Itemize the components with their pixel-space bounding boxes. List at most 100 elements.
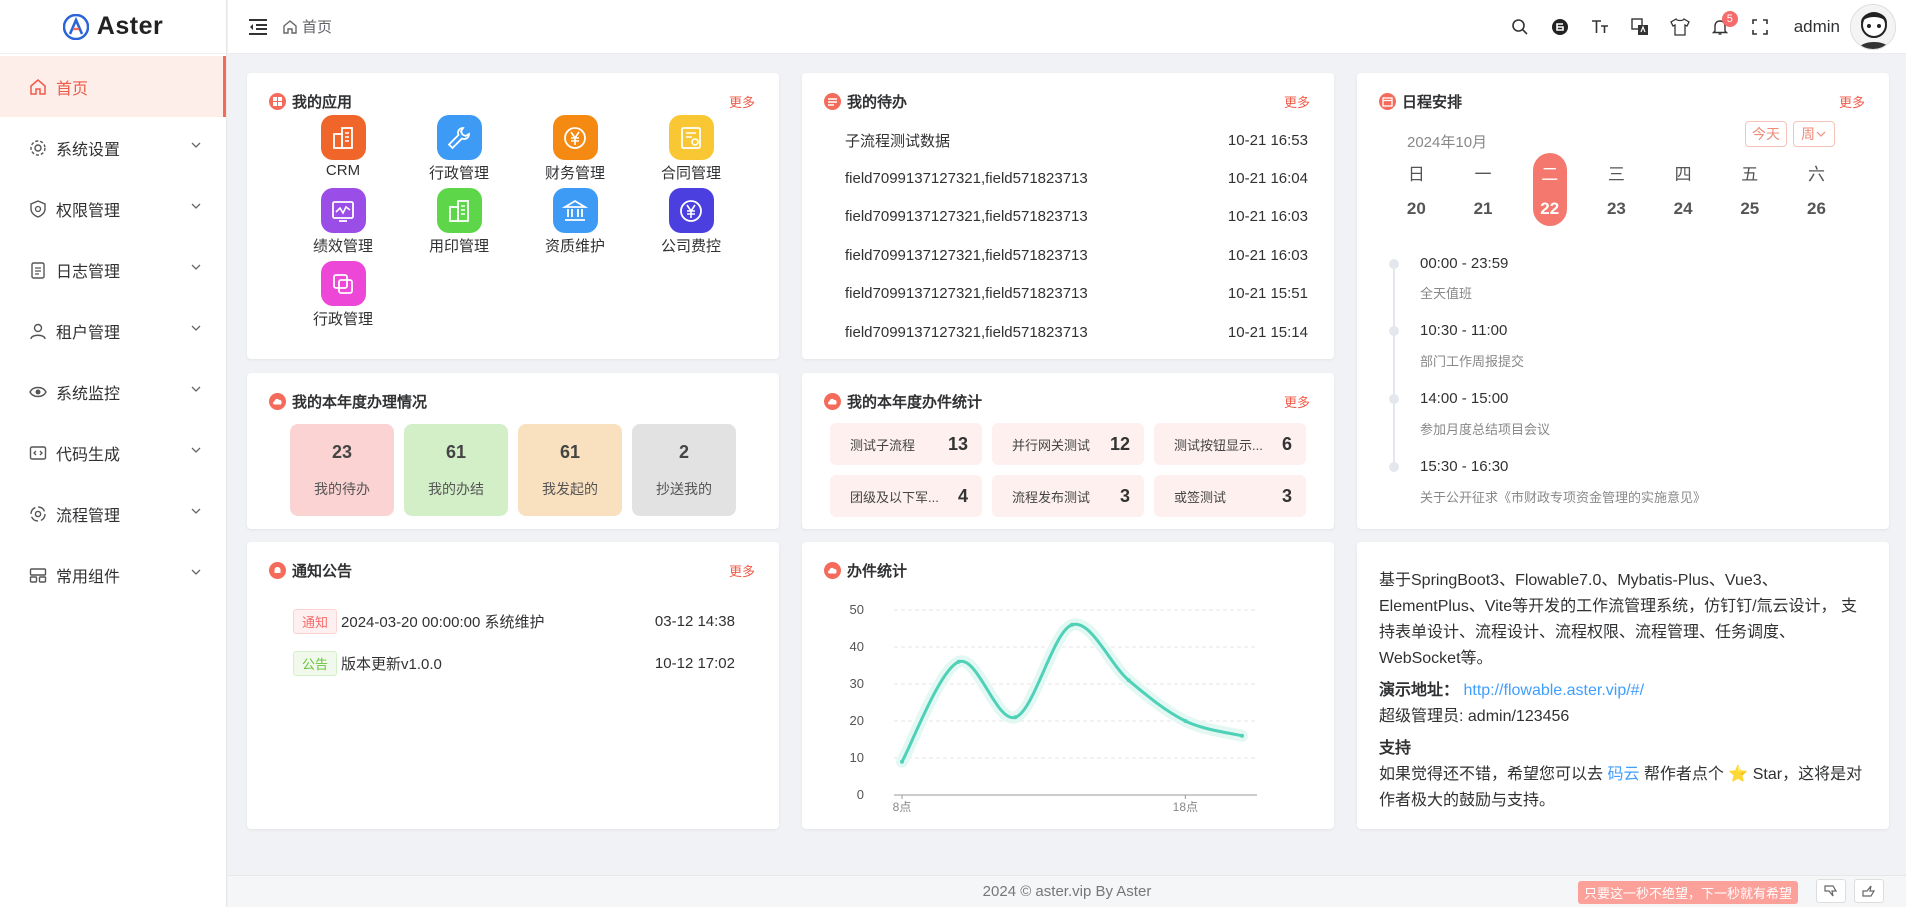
search-icon <box>1511 19 1528 35</box>
theme-button[interactable] <box>1660 7 1700 47</box>
stat-my-done[interactable]: 61 我的办结 <box>404 424 508 516</box>
sidebar-item-workflow[interactable]: 流程管理 <box>0 483 226 544</box>
more-link[interactable]: 更多 <box>1284 392 1310 411</box>
stat-cc-me[interactable]: 2 抄送我的 <box>632 424 736 516</box>
sidebar-item-permissions[interactable]: 权限管理 <box>0 178 226 239</box>
list-item[interactable]: 子流程测试数据 10-21 16:53 <box>845 121 1308 159</box>
font-size-button[interactable] <box>1580 7 1620 47</box>
breadcrumb: 首页 <box>282 16 332 37</box>
flow-item[interactable]: 测试按钮显示... 6 <box>1154 423 1306 465</box>
chart-card: 办件统计 50 40 30 20 10 0 8点 18点 <box>802 542 1334 829</box>
collapse-menu-button[interactable] <box>246 15 270 39</box>
stat-my-todo[interactable]: 23 我的待办 <box>290 424 394 516</box>
notice-tag: 公告 <box>293 650 338 676</box>
apps-card: 我的应用 更多 CRM 行政管理 财务管理 合同管理 绩效管理 用印管理 资质维… <box>247 73 779 359</box>
stat-label: 我的办结 <box>428 480 484 497</box>
today-button[interactable]: 今天 <box>1745 121 1787 147</box>
user-icon <box>28 321 48 341</box>
more-link[interactable]: 更多 <box>729 561 755 580</box>
github-button[interactable] <box>1540 7 1580 47</box>
app-crm[interactable]: CRM <box>285 115 401 181</box>
list-item[interactable]: field7099137127321,field571823713 10-21 1… <box>845 159 1308 197</box>
menu-fold-icon <box>249 18 267 35</box>
card-header: 我的应用 更多 <box>269 91 755 111</box>
app-admin-2[interactable]: 行政管理 <box>285 261 401 328</box>
app-expense[interactable]: 公司费控 <box>633 188 749 255</box>
calendar-day[interactable]: 三 23 <box>1583 153 1650 226</box>
demo-link[interactable]: http://flowable.aster.vip/#/ <box>1463 682 1644 699</box>
flow-item[interactable]: 团级及以下军... 4 <box>830 475 982 517</box>
breadcrumb-home[interactable]: 首页 <box>302 16 332 37</box>
notification-button[interactable]: 5 <box>1700 7 1740 47</box>
search-button[interactable] <box>1500 7 1540 47</box>
event-time: 15:30 - 16:30 <box>1420 458 1509 475</box>
list-item[interactable]: field7099137127321,field571823713 10-21 1… <box>845 275 1308 313</box>
app-label: 资质维护 <box>544 238 605 255</box>
stat-number: 61 <box>559 441 581 462</box>
y-tick-label: 40 <box>850 639 864 654</box>
sidebar-item-home[interactable]: 首页 <box>0 56 226 117</box>
sidebar-item-monitor[interactable]: 系统监控 <box>0 361 226 422</box>
data-point <box>1070 622 1074 627</box>
list-item[interactable]: field7099137127321,field571823713 10-21 1… <box>845 313 1308 351</box>
sidebar-item-codegen[interactable]: 代码生成 <box>0 422 226 483</box>
logo[interactable]: Aster <box>0 0 226 54</box>
notice-list: 通知 2024-03-20 00:00:00 系统维护 03-12 14:38 … <box>293 600 735 684</box>
card-header: 我的本年度办理情况 <box>269 391 755 411</box>
yearly-handling-card: 我的本年度办理情况 23 我的待办 61 我的办结 61 我发起的 2 抄送我的 <box>247 373 779 529</box>
calendar-day[interactable]: 四 24 <box>1650 153 1717 226</box>
calendar-day-today[interactable]: 二 22 <box>1532 153 1567 226</box>
todo-time: 10-21 16:04 <box>1227 170 1308 188</box>
list-item[interactable]: field7099137127321,field571823713 10-21 1… <box>845 198 1308 236</box>
sidebar-item-tenants[interactable]: 租户管理 <box>0 300 226 361</box>
like-button[interactable] <box>1854 879 1884 903</box>
avatar[interactable] <box>1850 4 1896 50</box>
app-performance[interactable]: 绩效管理 <box>285 188 401 255</box>
event-desc[interactable]: 全天值班 <box>1420 283 1472 302</box>
event-desc[interactable]: 参加月度总结项目会议 <box>1420 419 1550 438</box>
support-text-mid: 帮作者点个 <box>1639 766 1729 783</box>
sidebar-item-components[interactable]: 常用组件 <box>0 544 226 605</box>
gitee-link[interactable]: 码云 <box>1607 766 1639 783</box>
series-line <box>900 622 1243 763</box>
calendar-day[interactable]: 六 26 <box>1783 153 1850 226</box>
shield-icon <box>28 199 48 219</box>
toolbar-right: 5 admin <box>1500 0 1906 54</box>
flow-item[interactable]: 或签测试 3 <box>1154 475 1306 517</box>
chevron-down-icon <box>191 203 201 209</box>
username[interactable]: admin <box>1794 17 1840 37</box>
app-seal[interactable]: 用印管理 <box>401 188 517 255</box>
week-view-select[interactable]: 周 <box>1793 121 1835 147</box>
app-qualification[interactable]: 资质维护 <box>517 188 633 255</box>
more-link[interactable]: 更多 <box>1284 92 1310 111</box>
sidebar-item-label: 租户管理 <box>56 324 121 342</box>
sidebar-item-logs[interactable]: 日志管理 <box>0 239 226 300</box>
stat-my-started[interactable]: 61 我发起的 <box>518 424 622 516</box>
event-desc[interactable]: 关于公开征求《市财政专项资金管理的实施意见》 <box>1420 487 1706 506</box>
y-tick-label: 10 <box>850 750 864 765</box>
chevron-down-icon <box>191 264 201 270</box>
list-item[interactable]: 公告 版本更新v1.0.0 10-12 17:02 <box>293 642 735 684</box>
app-contract[interactable]: 合同管理 <box>633 115 749 182</box>
notice-text: 版本更新v1.0.0 <box>341 655 442 673</box>
event-desc[interactable]: 部门工作周报提交 <box>1420 351 1524 370</box>
app-finance[interactable]: 财务管理 <box>517 115 633 182</box>
flow-item[interactable]: 流程发布测试 3 <box>992 475 1144 517</box>
sidebar-item-system-settings[interactable]: 系统设置 <box>0 117 226 178</box>
more-link[interactable]: 更多 <box>729 92 755 111</box>
calendar-day[interactable]: 一 21 <box>1450 153 1517 226</box>
app-admin[interactable]: 行政管理 <box>401 115 517 182</box>
list-item[interactable]: 通知 2024-03-20 00:00:00 系统维护 03-12 14:38 <box>293 600 735 642</box>
flow-item[interactable]: 测试子流程 13 <box>830 423 982 465</box>
notice-text: 2024-03-20 00:00:00 系统维护 <box>341 613 545 631</box>
calendar-day[interactable]: 五 25 <box>1716 153 1783 226</box>
translate-button[interactable] <box>1620 7 1660 47</box>
list-item[interactable]: field7099137127321,field571823713 10-21 1… <box>845 236 1308 274</box>
fullscreen-button[interactable] <box>1740 7 1780 47</box>
flow-name: 流程发布测试 <box>1012 489 1091 505</box>
about-intro: 基于SpringBoot3、Flowable7.0、Mybatis-Plus、V… <box>1379 572 1857 667</box>
flow-item[interactable]: 并行网关测试 12 <box>992 423 1144 465</box>
dislike-button[interactable] <box>1816 879 1846 903</box>
more-link[interactable]: 更多 <box>1839 92 1865 111</box>
calendar-day[interactable]: 日 20 <box>1383 153 1450 226</box>
